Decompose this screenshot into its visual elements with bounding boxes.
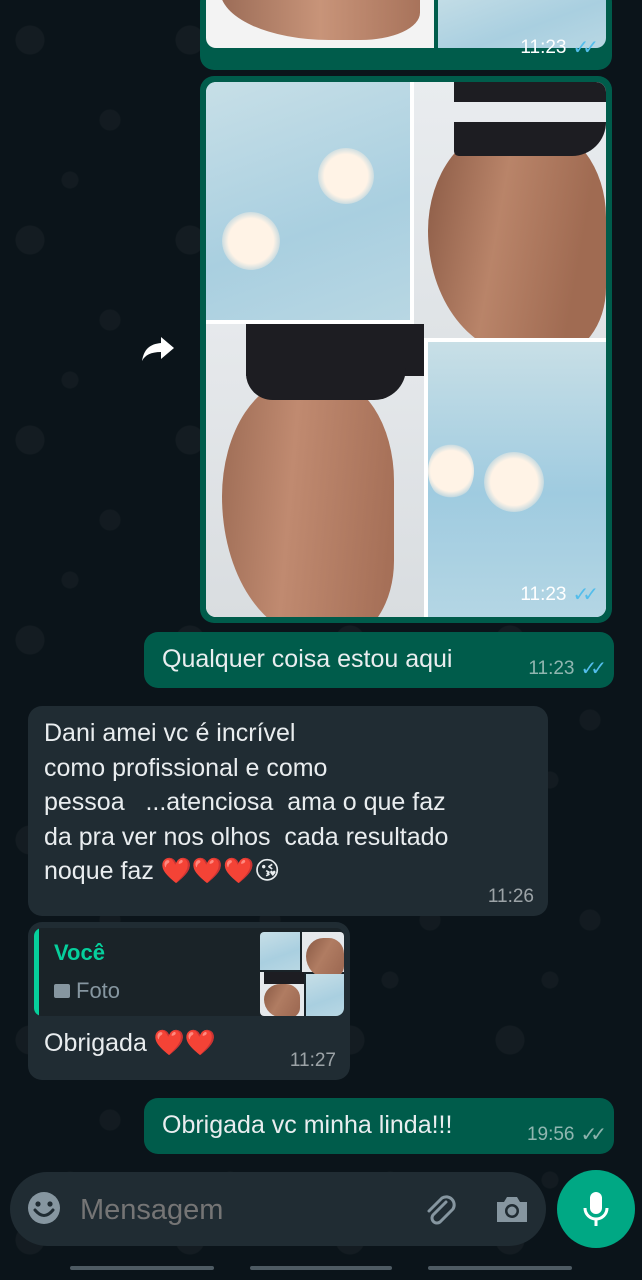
forward-icon[interactable] — [137, 328, 179, 370]
camera-icon[interactable] — [493, 1190, 531, 1228]
nav-hint — [70, 1266, 214, 1270]
message-time: 11:23 ✓✓ — [520, 583, 598, 607]
quoted-message[interactable]: Você Foto — [34, 928, 344, 1016]
message-composer — [10, 1172, 546, 1246]
quote-thumbnail — [260, 932, 344, 1016]
photo-collage[interactable] — [206, 82, 606, 617]
message-text: Dani amei vc é incrível como profissiona… — [44, 719, 449, 885]
nav-hint — [250, 1266, 392, 1270]
image-message[interactable]: 11:23 ✓✓ — [200, 76, 612, 623]
message-text: Obrigada ❤️❤️ — [44, 1029, 217, 1057]
read-receipt-icon: ✓✓ — [572, 584, 598, 606]
mic-button[interactable] — [557, 1170, 635, 1248]
incoming-reply-message[interactable]: Você Foto Obrigada ❤️❤️ 11:27 — [28, 922, 350, 1080]
message-text: Obrigada vc minha linda!!! — [162, 1111, 453, 1139]
quote-author: Você — [54, 940, 105, 965]
message-time: 11:26 — [487, 886, 534, 907]
quote-bar — [34, 928, 39, 1016]
quote-type: Foto — [54, 978, 120, 1004]
incoming-message[interactable]: Dani amei vc é incrível como profissiona… — [28, 706, 548, 916]
message-time: 11:23 ✓✓ — [528, 657, 606, 681]
outgoing-message[interactable]: Obrigada vc minha linda!!! 19:56 ✓✓ — [144, 1098, 614, 1154]
message-input[interactable] — [78, 1188, 412, 1232]
message-time: 11:27 — [289, 1050, 336, 1071]
delivered-receipt-icon: ✓✓ — [580, 1124, 606, 1146]
emoji-icon[interactable] — [26, 1190, 62, 1226]
photo-icon — [54, 984, 70, 998]
message-time: 19:56 ✓✓ — [526, 1123, 607, 1147]
mic-icon — [583, 1192, 609, 1226]
attach-icon[interactable] — [420, 1190, 458, 1228]
outgoing-message[interactable]: Qualquer coisa estou aqui 11:23 ✓✓ — [144, 632, 614, 688]
read-receipt-icon: ✓✓ — [572, 37, 598, 59]
read-receipt-icon: ✓✓ — [580, 658, 606, 680]
image-message[interactable]: 11:23 ✓✓ — [200, 0, 612, 70]
message-time: 11:23 ✓✓ — [520, 36, 598, 60]
nav-hint — [428, 1266, 572, 1270]
message-text: Qualquer coisa estou aqui — [162, 645, 453, 673]
